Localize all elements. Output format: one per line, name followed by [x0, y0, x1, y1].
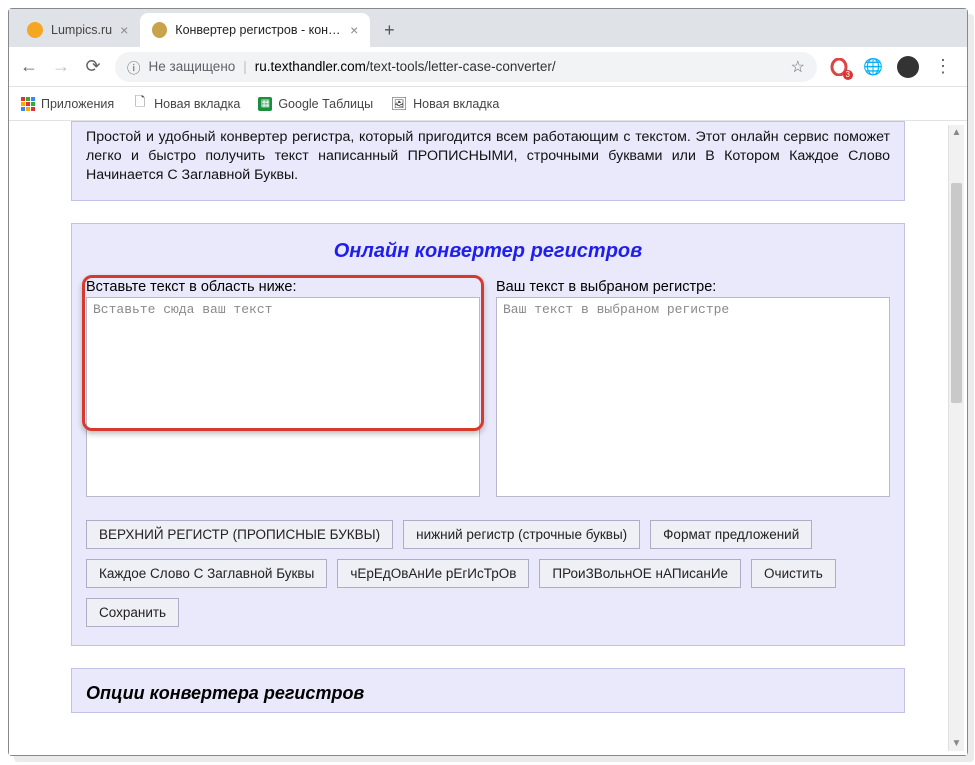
- clear-button[interactable]: Очистить: [751, 559, 836, 588]
- close-tab-icon[interactable]: ×: [120, 22, 128, 38]
- url-field[interactable]: ⓘ Не защищено | ru.texthandler.com/text-…: [115, 52, 817, 82]
- alternating-case-button[interactable]: чЕрЕдОвАнИе рЕгИсТрОв: [337, 559, 529, 588]
- sheets-icon: ▦: [258, 97, 272, 111]
- reload-button[interactable]: ⟳: [83, 57, 103, 77]
- save-button[interactable]: Сохранить: [86, 598, 179, 627]
- profile-avatar[interactable]: [897, 56, 919, 78]
- tab-title: Lumpics.ru: [51, 23, 112, 37]
- output-textarea[interactable]: [496, 297, 890, 497]
- tab-texthandler[interactable]: Конвертер регистров - конверт ×: [140, 13, 370, 47]
- options-title: Опции конвертера регистров: [86, 683, 890, 704]
- converter-title: Онлайн конвертер регистров: [86, 240, 890, 263]
- page-icon: 🗋: [132, 96, 148, 112]
- tab-title: Конвертер регистров - конверт: [175, 23, 342, 37]
- uppercase-button[interactable]: ВЕРХНИЙ РЕГИСТР (ПРОПИСНЫЕ БУКВЫ): [86, 520, 393, 549]
- extension-badge: 3: [843, 70, 853, 80]
- security-label: Не защищено: [149, 59, 236, 74]
- extensions-area: 3 🌐 ⋮: [829, 56, 957, 78]
- forward-button[interactable]: →: [51, 57, 71, 77]
- intro-text: Простой и удобный конвертер регистра, ко…: [71, 121, 905, 201]
- random-case-button[interactable]: ПРоиЗВольнОЕ нАПисанИе: [539, 559, 741, 588]
- extension-globe-icon[interactable]: 🌐: [863, 57, 883, 77]
- bookmark-google-sheets[interactable]: ▦ Google Таблицы: [258, 97, 373, 111]
- browser-window: — □ ✕ Lumpics.ru × Конвертер регистров -…: [8, 8, 968, 756]
- scroll-down-icon[interactable]: ▼: [949, 738, 964, 749]
- bookmarks-bar: Приложения 🗋 Новая вкладка ▦ Google Табл…: [9, 87, 967, 121]
- scroll-thumb[interactable]: [951, 183, 962, 403]
- button-row: ВЕРХНИЙ РЕГИСТР (ПРОПИСНЫЕ БУКВЫ) нижний…: [86, 520, 890, 627]
- input-label: Вставьте текст в область ниже:: [86, 279, 480, 295]
- input-textarea[interactable]: [86, 297, 480, 497]
- apps-icon: [21, 97, 35, 111]
- address-bar: ← → ⟳ ⓘ Не защищено | ru.texthandler.com…: [9, 47, 967, 87]
- url-text: ru.texthandler.com/text-tools/letter-cas…: [255, 59, 556, 74]
- favicon-icon: [27, 22, 43, 38]
- back-button[interactable]: ←: [19, 57, 39, 77]
- bookmark-new-tab-2[interactable]: 🖼 Новая вкладка: [391, 96, 499, 112]
- tab-lumpics[interactable]: Lumpics.ru ×: [15, 13, 140, 47]
- vertical-scrollbar[interactable]: ▲ ▼: [948, 125, 964, 751]
- bookmark-new-tab-1[interactable]: 🗋 Новая вкладка: [132, 96, 240, 112]
- lowercase-button[interactable]: нижний регистр (строчные буквы): [403, 520, 640, 549]
- capitalize-each-word-button[interactable]: Каждое Слово С Заглавной Буквы: [86, 559, 327, 588]
- scroll-up-icon[interactable]: ▲: [949, 127, 964, 138]
- close-tab-icon[interactable]: ×: [350, 22, 358, 38]
- bookmark-apps[interactable]: Приложения: [21, 97, 114, 111]
- favicon-icon: [152, 22, 167, 38]
- output-label: Ваш текст в выбраном регистре:: [496, 279, 890, 295]
- options-panel: Опции конвертера регистров: [71, 668, 905, 713]
- sentence-case-button[interactable]: Формат предложений: [650, 520, 812, 549]
- page-content: Простой и удобный конвертер регистра, ко…: [9, 121, 967, 755]
- image-icon: 🖼: [391, 96, 407, 112]
- bookmark-star-icon[interactable]: ☆: [791, 57, 805, 77]
- extension-opera-icon[interactable]: 3: [829, 57, 849, 77]
- tab-bar: Lumpics.ru × Конвертер регистров - конве…: [9, 9, 967, 47]
- browser-menu-button[interactable]: ⋮: [933, 57, 953, 77]
- new-tab-button[interactable]: +: [376, 17, 402, 43]
- converter-panel: Онлайн конвертер регистров Вставьте текс…: [71, 223, 905, 646]
- site-info-icon[interactable]: ⓘ: [127, 57, 141, 77]
